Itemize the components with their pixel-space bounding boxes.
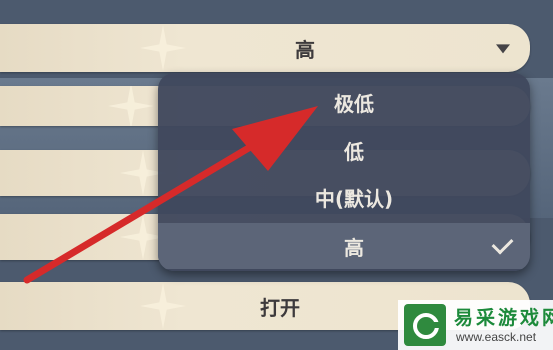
watermark-site-name: 易采游戏网 bbox=[454, 307, 553, 329]
red-arrow-annotation bbox=[23, 106, 318, 284]
site-watermark: 易采游戏网 www.easck.net bbox=[398, 300, 553, 350]
site-logo-icon bbox=[404, 304, 446, 346]
watermark-url: www.easck.net bbox=[456, 330, 537, 344]
